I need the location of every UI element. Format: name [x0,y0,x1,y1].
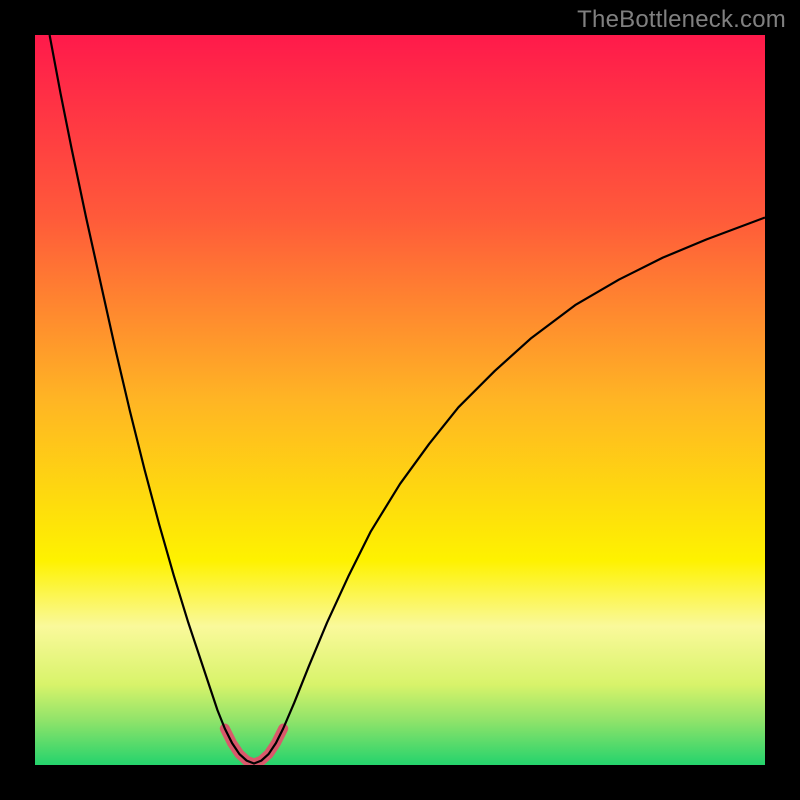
watermark-text: TheBottleneck.com [577,6,786,34]
chart-svg [35,35,765,765]
plot-area [35,35,765,765]
chart-frame: TheBottleneck.com [0,0,800,800]
chart-background [35,35,765,765]
